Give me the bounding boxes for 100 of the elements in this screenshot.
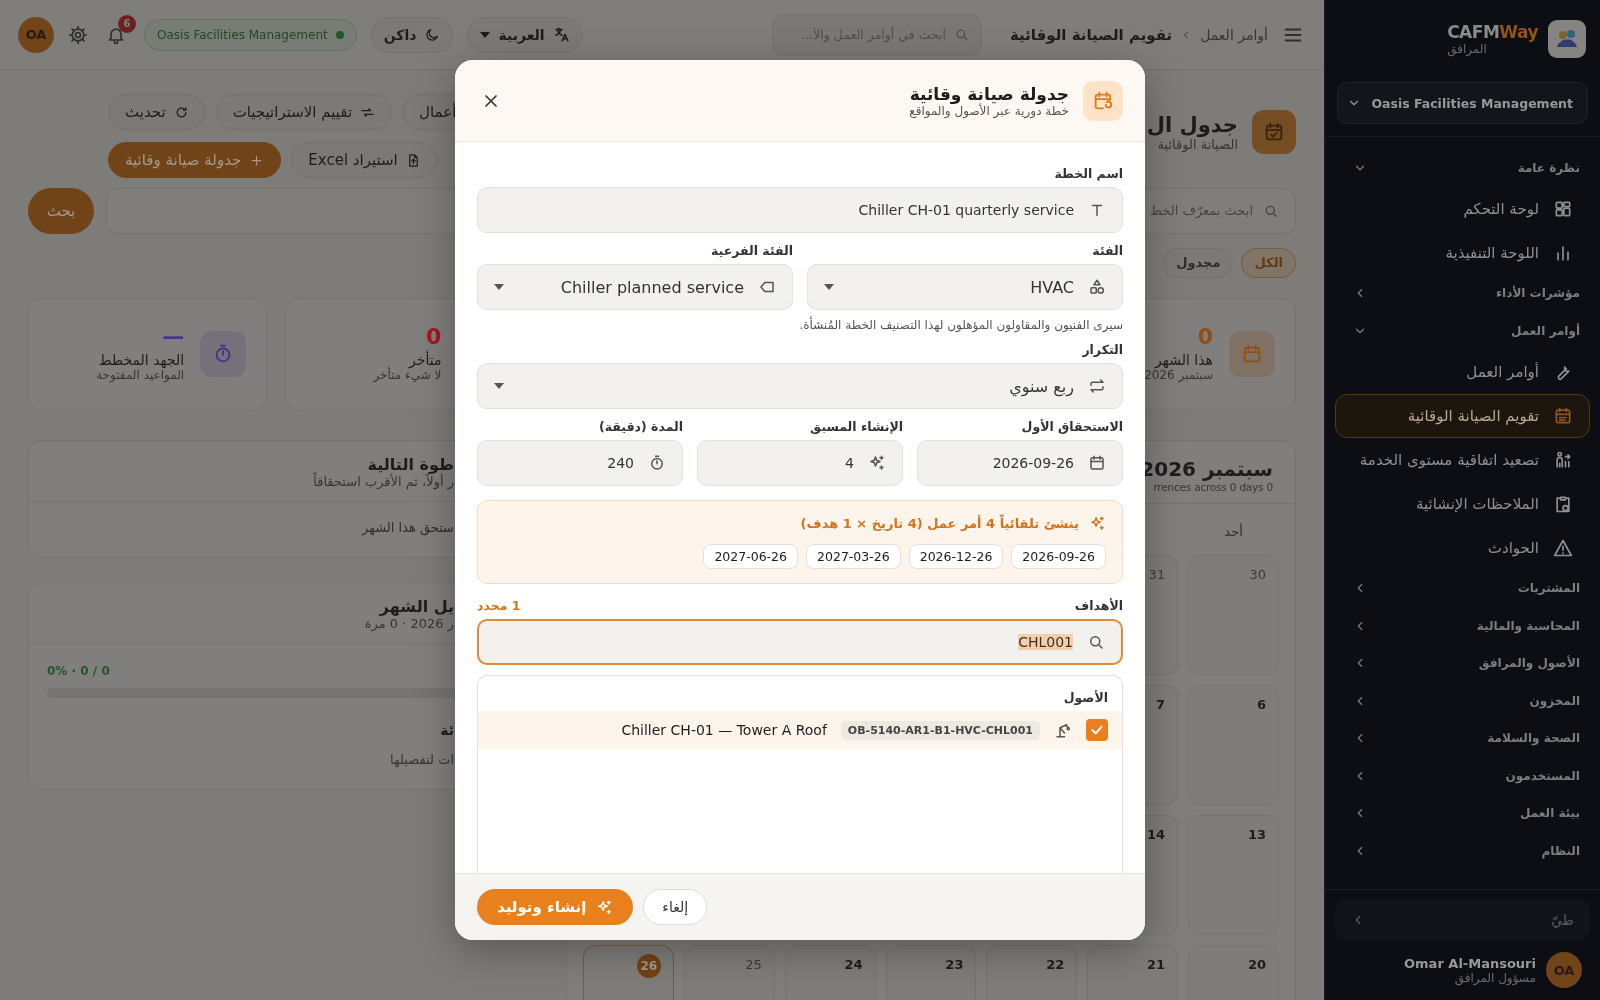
empty-title: ئة: [439, 721, 454, 738]
language-icon: [552, 26, 570, 43]
progress-label: 0% · 0 / 0: [47, 663, 111, 678]
stat-label: الجهد المخطط: [97, 351, 185, 368]
cancel-button[interactable]: إلغاء: [643, 889, 708, 925]
caret-icon: [480, 31, 491, 38]
nav-item[interactable]: أوامر العمل: [1335, 349, 1590, 394]
action-button[interactable]: استيراد Excel: [291, 142, 438, 178]
organization-select[interactable]: Oasis Facilities Management: [1337, 82, 1588, 124]
calendar-refresh-icon: [1092, 89, 1114, 112]
search-icon: [1087, 633, 1105, 651]
date-field[interactable]: 2026-09-26: [917, 440, 1123, 486]
language-select[interactable]: العربية: [467, 16, 583, 53]
calendar-day[interactable]: 25: [683, 944, 775, 1000]
checkbox[interactable]: [1086, 719, 1108, 741]
breadcrumb-link[interactable]: أوامر العمل: [1200, 26, 1268, 43]
calendar-check-icon: [1263, 121, 1285, 143]
nav-item[interactable]: اللوحة التنفيذية: [1335, 230, 1590, 275]
nav-item[interactable]: الحوادث: [1335, 525, 1590, 570]
day-number: 23: [945, 956, 964, 972]
settings-icon: [68, 24, 88, 45]
stat-value: 0: [1197, 325, 1213, 348]
stat-caption: لا شيء متأخر: [373, 367, 442, 382]
calendar-day[interactable]: 26: [583, 944, 674, 1000]
select-field[interactable]: HVAC: [807, 264, 1123, 310]
day-number: 25: [745, 956, 762, 972]
stat-label: هذا الشهر: [1154, 351, 1213, 368]
calendar-icon: [1088, 454, 1106, 472]
caret-icon: [494, 284, 504, 290]
date-chip: 2026-09-26: [1011, 544, 1106, 569]
text-field[interactable]: Chiller CH-01 quarterly service: [477, 187, 1123, 233]
field-label: المدة (دقيقة): [599, 419, 683, 434]
nav-group[interactable]: أوامر العمل: [1335, 312, 1590, 350]
number-field[interactable]: 4: [697, 440, 903, 486]
theme-toggle[interactable]: داكن: [370, 16, 454, 53]
nav-group[interactable]: المخزون: [1335, 682, 1590, 720]
search-field[interactable]: CHL001: [477, 619, 1123, 665]
number-field[interactable]: 240: [477, 440, 683, 486]
sparkle-icon: [868, 454, 886, 472]
select-field[interactable]: Chiller planned service: [477, 264, 793, 310]
nav-group[interactable]: النظام: [1335, 832, 1590, 870]
create-button[interactable]: إنشاء وتوليد: [477, 889, 634, 925]
select-field[interactable]: ربع سنوي: [477, 363, 1123, 409]
calendar-summary: rrences across 0 days 0: [1153, 480, 1273, 493]
dialog-title: جدولة صيانة وقائية: [909, 83, 1069, 104]
calendar-day[interactable]: 30: [1188, 554, 1279, 675]
nav-group[interactable]: نظرة عامة: [1335, 149, 1590, 187]
nav-group[interactable]: الصحة والسلامة: [1335, 719, 1590, 757]
calendar-day[interactable]: 13: [1188, 814, 1279, 935]
panel-title: طوة التالية: [367, 454, 454, 474]
panel-subtitle: ر 2026 · 0 مرة: [363, 615, 454, 631]
calendar-day[interactable]: 22: [986, 944, 1078, 1000]
day-number: 21: [1147, 956, 1166, 972]
nav-item[interactable]: الملاحظات الإنشائية: [1335, 481, 1590, 526]
page-subtitle: الصيانة الوقائية: [1156, 136, 1238, 152]
logo-icon: [1548, 20, 1586, 58]
calendar-icon: [1241, 342, 1263, 365]
date-chip: 2027-03-26: [806, 544, 901, 569]
nav-group[interactable]: بيئة العمل: [1335, 794, 1590, 832]
action-button[interactable]: تقييم الاستراتيجيات: [215, 94, 393, 130]
action-button[interactable]: تحديث: [108, 94, 206, 130]
filter-chip[interactable]: مجدول: [1163, 247, 1234, 278]
empty-message: ستحق هذا الشهر: [360, 518, 455, 538]
plus-icon: [249, 152, 265, 168]
date-chip: 2026-12-26: [908, 544, 1004, 569]
day-number: 13: [1247, 826, 1266, 842]
stat-caption: المواعيد المفتوحة: [96, 367, 185, 382]
brand-subtitle: المرافق: [1447, 42, 1487, 56]
field-label: الاستحقاق الأول: [1021, 419, 1123, 434]
nav-group[interactable]: مؤشرات الأداء: [1335, 274, 1590, 312]
search-button[interactable]: بحث: [28, 187, 94, 234]
preview-text: ينشئ تلقائياً 4 أمر عمل (4 تاريخ × 1 هدف): [800, 516, 1079, 531]
calendar-day[interactable]: 23: [885, 944, 977, 1000]
day-number: 6: [1256, 696, 1266, 712]
caret-icon: [824, 284, 834, 290]
organization-badge: Oasis Facilities Management: [144, 18, 357, 51]
nav-item[interactable]: تصعيد اتفاقية مستوى الخدمة: [1335, 437, 1590, 482]
stat-label: متأخر: [407, 351, 442, 368]
breadcrumb-current: تقويم الصيانة الوقائية: [1009, 25, 1173, 44]
day-number: 22: [1046, 956, 1065, 972]
nav-group[interactable]: المحاسبة والمالية: [1335, 607, 1590, 645]
user-avatar: OA: [1546, 952, 1582, 988]
nav-item[interactable]: تقويم الصيانة الوقائية: [1335, 393, 1590, 438]
nav-item[interactable]: لوحة التحكم: [1335, 186, 1590, 231]
brand-name: CAFMWay: [1447, 22, 1538, 42]
day-number: 14: [1147, 826, 1166, 842]
calendar-day[interactable]: 24: [784, 944, 876, 1000]
weekday-label: أحد: [1223, 522, 1244, 541]
collapse-button[interactable]: طيّ: [1335, 900, 1590, 940]
calendar-day[interactable]: 21: [1087, 944, 1179, 1000]
nav-group[interactable]: الأصول والمرافق: [1335, 644, 1590, 682]
notification-badge: 6: [118, 14, 136, 33]
selected-count: 1 محدد: [477, 598, 521, 613]
action-button[interactable]: جدولة صيانة وقائية: [108, 142, 282, 178]
calendar-day[interactable]: 20: [1188, 944, 1279, 1000]
nav-group[interactable]: المشتريات: [1335, 569, 1590, 607]
nav-group[interactable]: المستخدمون: [1335, 757, 1590, 795]
status-dot: [335, 30, 344, 39]
user-role: مسؤول المرافق: [1453, 970, 1536, 985]
calendar-day[interactable]: 6: [1188, 684, 1279, 805]
